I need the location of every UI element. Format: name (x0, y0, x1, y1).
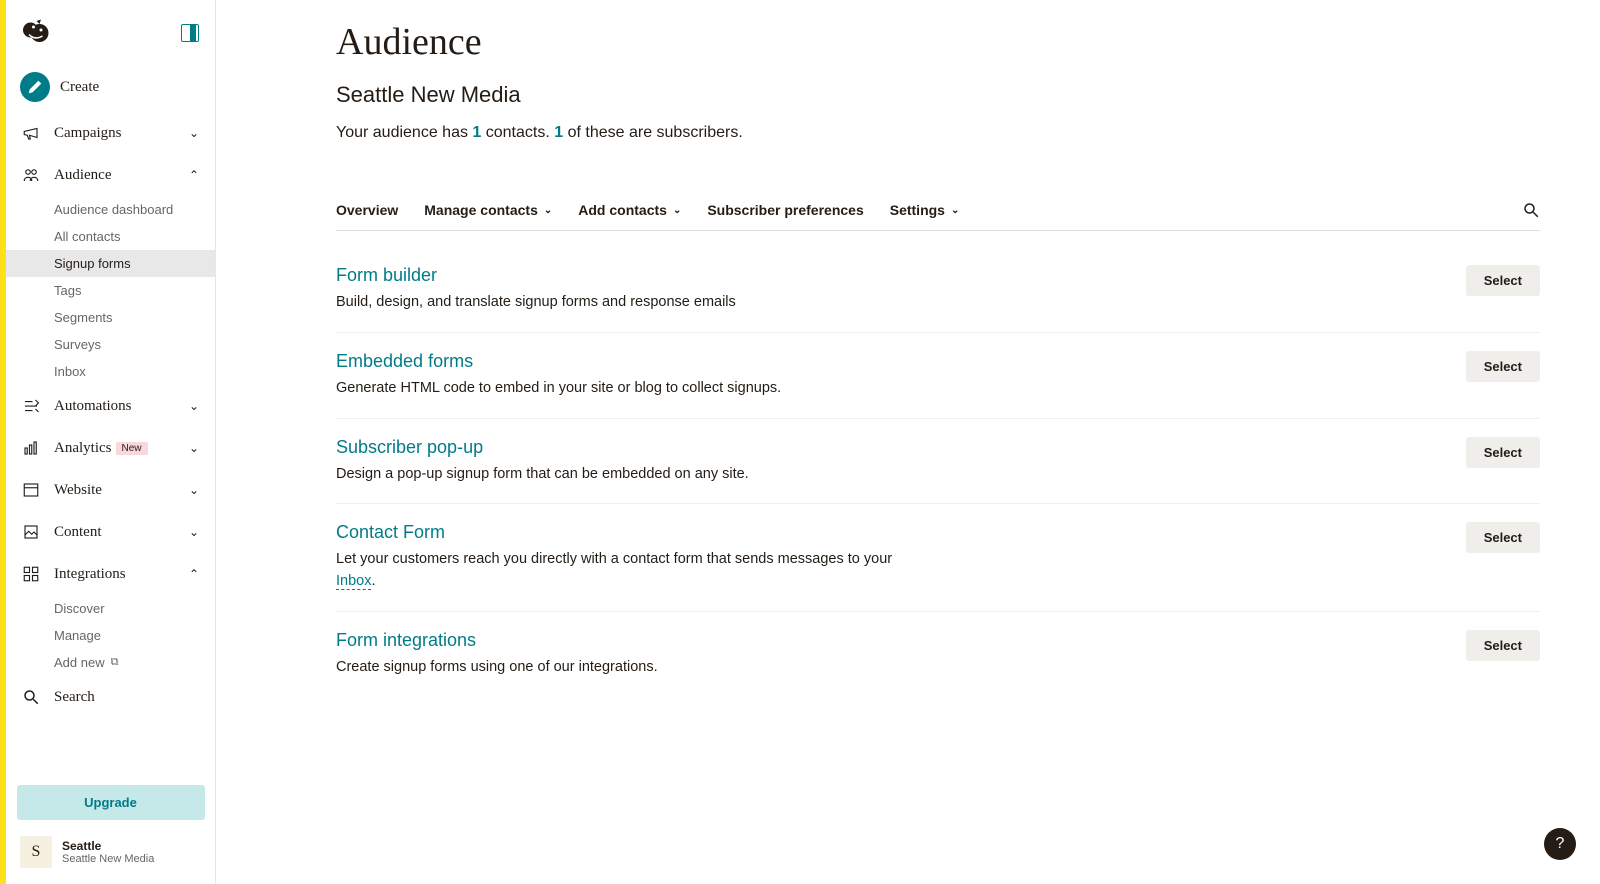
nav-label: Integrations (54, 566, 126, 583)
page-title: Audience (336, 20, 1540, 64)
chevron-down-icon: ⌄ (951, 205, 959, 216)
nav-campaigns[interactable]: Campaigns ⌄ (6, 112, 215, 154)
form-card-form-builder: Form builder Build, design, and translat… (336, 259, 1540, 333)
form-title[interactable]: Contact Form (336, 522, 1466, 543)
nav-content[interactable]: Content ⌄ (6, 511, 215, 553)
nav-label: Campaigns (54, 125, 122, 142)
chevron-up-icon: ⌃ (189, 567, 199, 581)
nav: Create Campaigns ⌄ Audience ⌃ Audience d… (6, 62, 215, 775)
integrations-icon (20, 563, 42, 585)
logo-row (6, 0, 215, 62)
account-switcher[interactable]: S Seattle Seattle New Media (14, 830, 207, 874)
nav-label: Analytics (54, 440, 112, 457)
nav-label: Automations (54, 398, 132, 415)
tab-manage-contacts[interactable]: Manage contacts⌄ (424, 190, 552, 230)
subnav-inbox[interactable]: Inbox (6, 358, 215, 385)
collapse-sidebar-icon[interactable] (181, 24, 199, 42)
audience-name: Seattle New Media (336, 82, 1540, 108)
create-button[interactable]: Create (6, 62, 215, 112)
form-desc: Build, design, and translate signup form… (336, 292, 896, 314)
select-button[interactable]: Select (1466, 437, 1540, 468)
form-desc: Design a pop-up signup form that can be … (336, 464, 896, 486)
contacts-count[interactable]: 1 (472, 124, 481, 141)
sidebar: Create Campaigns ⌄ Audience ⌃ Audience d… (6, 0, 216, 884)
form-title[interactable]: Form builder (336, 265, 1466, 286)
search-icon (20, 686, 42, 708)
nav-integrations[interactable]: Integrations ⌃ (6, 553, 215, 595)
subnav-signup-forms[interactable]: Signup forms (6, 250, 215, 277)
form-title[interactable]: Form integrations (336, 630, 1466, 651)
subscribers-count[interactable]: 1 (554, 124, 563, 141)
analytics-icon (20, 437, 42, 459)
nav-label: Website (54, 482, 102, 499)
form-desc: Let your customers reach you directly wi… (336, 549, 896, 593)
select-button[interactable]: Select (1466, 351, 1540, 382)
chevron-down-icon: ⌄ (189, 441, 199, 455)
upgrade-button[interactable]: Upgrade (17, 785, 205, 820)
megaphone-icon (20, 122, 42, 144)
form-card-embedded-forms: Embedded forms Generate HTML code to emb… (336, 333, 1540, 419)
inbox-link[interactable]: Inbox (336, 573, 371, 590)
subnav-add-new[interactable]: Add new⧉ (6, 649, 215, 676)
nav-label: Content (54, 524, 102, 541)
audience-summary: Your audience has 1 contacts. 1 of these… (336, 124, 1540, 142)
chevron-down-icon: ⌄ (189, 483, 199, 497)
search-icon (1522, 201, 1540, 219)
tab-settings[interactable]: Settings⌄ (890, 190, 960, 230)
chevron-down-icon: ⌄ (189, 126, 199, 140)
nav-label: Audience (54, 167, 111, 184)
form-desc: Create signup forms using one of our int… (336, 657, 896, 679)
subnav-tags[interactable]: Tags (6, 277, 215, 304)
help-button[interactable]: ? (1544, 828, 1576, 860)
form-title[interactable]: Subscriber pop-up (336, 437, 1466, 458)
chevron-down-icon: ⌄ (544, 205, 552, 216)
chevron-down-icon: ⌄ (189, 525, 199, 539)
form-desc: Generate HTML code to embed in your site… (336, 378, 896, 400)
form-card-subscriber-popup: Subscriber pop-up Design a pop-up signup… (336, 419, 1540, 505)
form-card-contact-form: Contact Form Let your customers reach yo… (336, 504, 1540, 612)
nav-website[interactable]: Website ⌄ (6, 469, 215, 511)
create-label: Create (60, 79, 99, 96)
select-button[interactable]: Select (1466, 630, 1540, 661)
chevron-down-icon: ⌄ (189, 399, 199, 413)
account-name: Seattle (62, 839, 154, 853)
chevron-down-icon: ⌄ (673, 205, 681, 216)
audience-icon (20, 164, 42, 186)
nav-automations[interactable]: Automations ⌄ (6, 385, 215, 427)
account-sub: Seattle New Media (62, 853, 154, 865)
website-icon (20, 479, 42, 501)
search-audience-button[interactable] (1522, 193, 1540, 227)
main-content: Audience Seattle New Media Your audience… (216, 0, 1600, 884)
tabs: Overview Manage contacts⌄ Add contacts⌄ … (336, 190, 1540, 231)
select-button[interactable]: Select (1466, 265, 1540, 296)
tab-overview[interactable]: Overview (336, 190, 398, 230)
nav-label: Search (54, 689, 95, 706)
automations-icon (20, 395, 42, 417)
tab-subscriber-preferences[interactable]: Subscriber preferences (707, 190, 863, 230)
select-button[interactable]: Select (1466, 522, 1540, 553)
sidebar-footer: Upgrade S Seattle Seattle New Media (6, 775, 215, 884)
subnav-segments[interactable]: Segments (6, 304, 215, 331)
content-icon (20, 521, 42, 543)
chevron-up-icon: ⌃ (189, 168, 199, 182)
avatar: S (20, 836, 52, 868)
pencil-icon (20, 72, 50, 102)
mailchimp-logo-icon[interactable] (20, 18, 50, 48)
subnav-manage[interactable]: Manage (6, 622, 215, 649)
subnav-all-contacts[interactable]: All contacts (6, 223, 215, 250)
help-icon: ? (1556, 835, 1565, 853)
new-badge: New (116, 442, 148, 455)
nav-analytics[interactable]: Analytics New ⌄ (6, 427, 215, 469)
form-title[interactable]: Embedded forms (336, 351, 1466, 372)
nav-audience[interactable]: Audience ⌃ (6, 154, 215, 196)
nav-search[interactable]: Search (6, 676, 215, 718)
tab-add-contacts[interactable]: Add contacts⌄ (578, 190, 681, 230)
external-link-icon: ⧉ (111, 656, 119, 669)
form-list: Form builder Build, design, and translat… (336, 259, 1540, 697)
subnav-discover[interactable]: Discover (6, 595, 215, 622)
subnav-surveys[interactable]: Surveys (6, 331, 215, 358)
subnav-audience-dashboard[interactable]: Audience dashboard (6, 196, 215, 223)
form-card-form-integrations: Form integrations Create signup forms us… (336, 612, 1540, 697)
